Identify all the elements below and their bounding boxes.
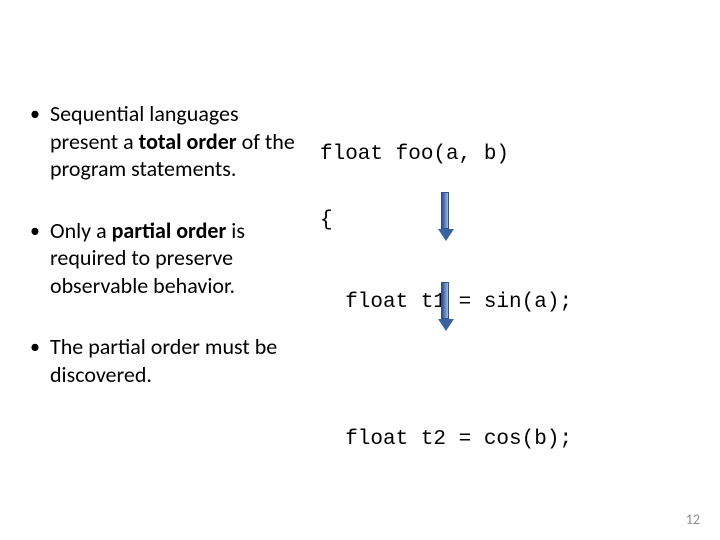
code-line-1: float foo(a, b) xyxy=(320,144,700,166)
code-line-4: float t2 = cos(b); xyxy=(320,429,700,451)
slide: • Sequential languages present a total o… xyxy=(0,0,720,540)
page-number: 12 xyxy=(686,511,700,528)
bullet-3-text: The partial order must be discovered. xyxy=(50,333,310,388)
text-column: • Sequential languages present a total o… xyxy=(30,100,310,422)
code-line-3: float t1 = sin(a); xyxy=(320,292,700,314)
bullet-marker: • xyxy=(30,333,50,388)
bullet-1-bold: total order xyxy=(139,128,237,155)
bullet-2-bold: partial order xyxy=(112,217,227,244)
code-line-2: { xyxy=(320,210,700,232)
arrow-down-icon xyxy=(438,282,452,331)
arrow-down-icon xyxy=(438,192,452,241)
code-column: float foo(a, b) { float t1 = sin(a); flo… xyxy=(320,100,700,540)
bullet-marker: • xyxy=(30,100,50,183)
bullet-3-pre: The partial order must be discovered. xyxy=(50,333,277,388)
bullet-marker: • xyxy=(30,217,50,300)
bullet-1: • Sequential languages present a total o… xyxy=(30,100,310,183)
bullet-1-text: Sequential languages present a total ord… xyxy=(50,100,310,183)
bullet-2-text: Only a partial order is required to pres… xyxy=(50,217,310,300)
bullet-2-pre: Only a xyxy=(50,217,112,244)
bullet-3: • The partial order must be discovered. xyxy=(30,333,310,388)
bullet-2: • Only a partial order is required to pr… xyxy=(30,217,310,300)
